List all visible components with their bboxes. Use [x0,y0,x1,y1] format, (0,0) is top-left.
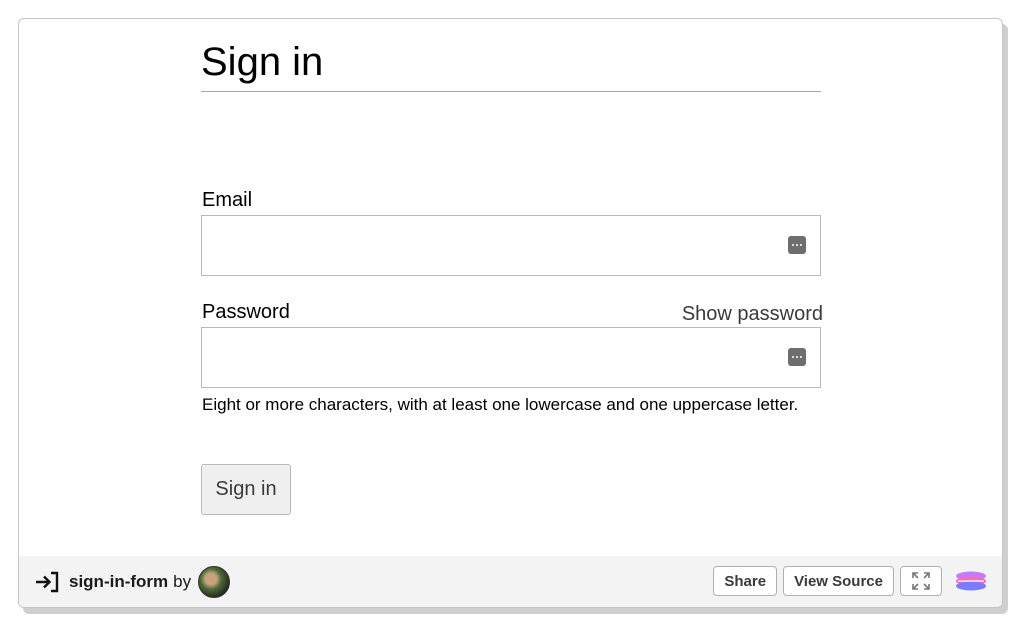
pen-name-link[interactable]: sign-in-form [69,572,168,592]
footer-actions: Share View Source [707,566,988,596]
embed-frame: Sign in Email Password Show password Eig… [18,18,1003,608]
by-label: by [173,572,192,591]
password-hint: Eight or more characters, with at least … [202,395,799,414]
expand-button[interactable] [900,566,942,596]
password-field-wrapper [201,327,821,388]
email-field-wrapper [201,215,821,276]
pen-credit: sign-in-form by [33,566,231,598]
title-divider [201,91,821,92]
sign-in-button[interactable]: Sign in [201,464,291,515]
enter-arrow-icon [33,568,61,596]
share-button[interactable]: Share [713,566,778,596]
page-title: Sign in [201,40,324,84]
password-manager-key-icon[interactable] [788,348,806,366]
embed-footer: sign-in-form by Share View Source [19,556,1002,607]
password-manager-key-icon[interactable] [788,236,806,254]
password-field[interactable] [202,328,820,387]
password-label: Password [202,301,290,323]
view-source-button[interactable]: View Source [783,566,894,596]
email-field[interactable] [202,216,820,275]
email-label: Email [202,189,253,211]
expand-arrows-icon [912,572,930,590]
show-password-button[interactable]: Show password [682,303,823,325]
avatar[interactable] [198,566,231,598]
embed-logo-icon[interactable] [954,568,988,594]
